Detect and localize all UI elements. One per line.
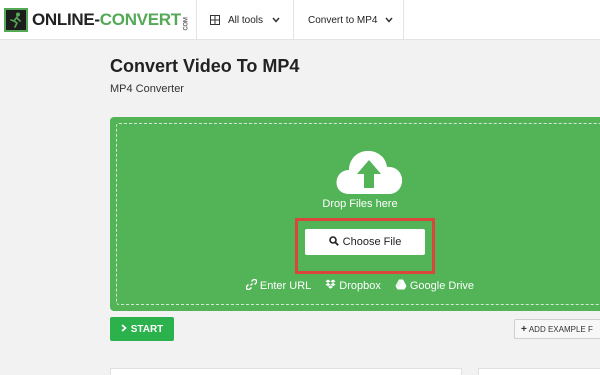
- site-logo[interactable]: ONLINE-CONVERT COM: [4, 8, 193, 32]
- dropbox-icon: [325, 279, 339, 293]
- choose-file-label: Choose File: [342, 236, 402, 248]
- start-button[interactable]: START: [110, 317, 174, 341]
- page-title: Convert Video To MP4: [110, 56, 300, 76]
- google-drive-link[interactable]: Google Drive: [395, 279, 474, 293]
- chevron-down-icon: [272, 17, 280, 23]
- nav-divider: [293, 0, 294, 40]
- add-example-label: ADD EXAMPLE F: [528, 324, 593, 334]
- dropbox-label: Dropbox: [339, 280, 381, 292]
- add-example-file-button[interactable]: + ADD EXAMPLE F: [514, 319, 600, 339]
- enter-url-label: Enter URL: [259, 280, 312, 292]
- start-label: START: [130, 323, 164, 335]
- nav-all-tools-label: All tools: [228, 14, 264, 26]
- nav-all-tools[interactable]: All tools: [210, 0, 280, 40]
- cloud-upload-icon: [333, 146, 405, 196]
- choose-file-button[interactable]: Choose File: [305, 229, 425, 255]
- grid-icon: [210, 15, 220, 25]
- google-drive-label: Google Drive: [409, 280, 475, 292]
- logo-tld: COM: [183, 17, 190, 31]
- chevron-down-icon: [385, 17, 394, 23]
- page-subtitle: MP4 Converter: [110, 83, 184, 95]
- chevron-right-icon: [121, 323, 131, 335]
- dropbox-link[interactable]: Dropbox: [325, 279, 381, 293]
- nav-convert-to-mp4-label: Convert to MP4: [308, 14, 378, 26]
- nav-convert-to-mp4[interactable]: Convert to MP4: [308, 0, 394, 40]
- drop-zone-border: Drop Files here Choose File Enter URL Dr…: [116, 123, 600, 305]
- logo-text-accent: CONV: [99, 10, 148, 29]
- file-drop-zone[interactable]: Drop Files here Choose File Enter URL Dr…: [110, 117, 600, 311]
- drop-files-text: Drop Files here: [322, 198, 398, 210]
- logo-text-accent-2: ERT: [147, 10, 181, 29]
- side-panel: [478, 368, 600, 375]
- link-icon: [245, 278, 260, 293]
- logo-wordmark: ONLINE-CONVERT COM: [32, 10, 193, 31]
- google-drive-icon: [395, 279, 410, 293]
- plus-icon: +: [521, 323, 527, 335]
- options-panel: [110, 368, 462, 375]
- enter-url-link[interactable]: Enter URL: [245, 278, 312, 293]
- nav-divider: [196, 0, 197, 40]
- search-icon: [328, 235, 343, 249]
- logo-text-main: ONLINE-: [32, 10, 100, 29]
- nav-divider: [403, 0, 404, 40]
- runner-logo-icon: [4, 8, 28, 32]
- top-navigation-bar: ONLINE-CONVERT COM All tools Convert to M…: [0, 0, 600, 40]
- upload-sources: Enter URL Dropbox Google Drive: [117, 278, 600, 293]
